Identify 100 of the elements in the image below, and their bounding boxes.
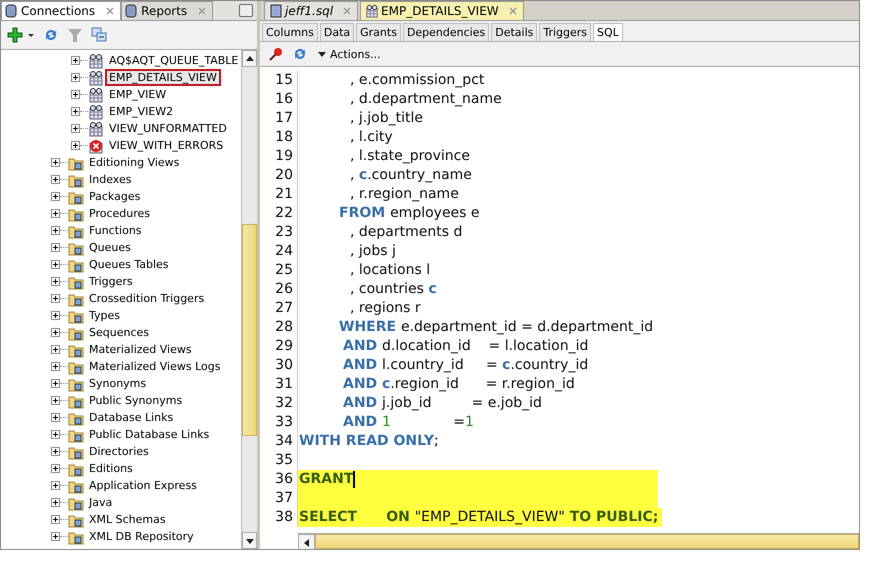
close-icon[interactable] <box>106 7 114 15</box>
code-line: , c.country_name <box>349 166 473 185</box>
view-item[interactable]: EMP_VIEW <box>107 88 168 101</box>
line-number: 17 <box>260 109 298 128</box>
tree-item[interactable]: Packages <box>87 190 142 203</box>
tree-item[interactable]: Materialized Views <box>87 343 194 356</box>
line-number: 30 <box>260 356 298 375</box>
tree-item[interactable]: Synonyms <box>87 377 148 390</box>
collapse-icon[interactable] <box>91 27 107 43</box>
tree-item[interactable]: Directories <box>87 445 151 458</box>
code-line: AND j.job_id = e.job_id <box>342 394 543 413</box>
line-number: 15 <box>260 71 298 90</box>
tree-item[interactable]: Editions <box>87 462 135 475</box>
view-item[interactable]: VIEW_UNFORMATTED <box>107 122 229 135</box>
line-number: 32 <box>260 394 298 413</box>
code-line: AND c.region_id = r.region_id <box>342 375 576 394</box>
line-number: 28 <box>260 318 298 337</box>
minimize-button[interactable] <box>239 4 253 17</box>
tree-item[interactable]: Database Links <box>87 411 176 424</box>
scroll-down-icon[interactable] <box>246 536 254 544</box>
tree-item[interactable]: Queues Tables <box>87 258 171 271</box>
tree-item[interactable]: Crossedition Triggers <box>87 292 206 305</box>
line-number: 24 <box>260 242 298 261</box>
tree-item[interactable]: Queues <box>87 241 133 254</box>
tree-item[interactable]: Materialized Views Logs <box>87 360 222 373</box>
editor-tab[interactable]: jeff1.sql <box>264 1 358 20</box>
refresh-icon[interactable] <box>292 46 308 62</box>
add-icon[interactable] <box>7 27 23 43</box>
tree-item[interactable]: Public Synonyms <box>87 394 184 407</box>
code-line: , l.city <box>349 128 394 147</box>
line-number: 19 <box>260 147 298 166</box>
view-icon <box>88 120 104 136</box>
panel-tab[interactable]: Reports <box>121 1 214 20</box>
database-icon <box>124 4 138 18</box>
line-number: 21 <box>260 185 298 204</box>
panel-tab[interactable]: Connections <box>1 1 122 20</box>
sub-tab[interactable]: Columns <box>262 23 318 41</box>
tree-item[interactable]: Types <box>87 309 122 322</box>
sub-tab[interactable]: SQL <box>593 23 623 41</box>
line-number: 20 <box>260 166 298 185</box>
code-line: AND d.location_id = l.location_id <box>342 337 590 356</box>
caret-icon <box>318 50 326 58</box>
view-item[interactable]: EMP_DETAILS_VIEW <box>107 71 219 84</box>
pin-icon[interactable] <box>268 46 284 62</box>
line-number: 23 <box>260 223 298 242</box>
code-line: , locations l <box>349 261 432 280</box>
tree-item[interactable]: Public Database Links <box>87 428 212 441</box>
line-number: 29 <box>260 337 298 356</box>
line-number: 27 <box>260 299 298 318</box>
line-number: 31 <box>260 375 298 394</box>
view-icon <box>88 104 104 120</box>
scrollbar[interactable] <box>298 533 859 549</box>
code-line: WHERE e.department_id = d.department_id <box>338 318 654 337</box>
refresh-icon[interactable] <box>43 27 59 43</box>
sub-tab[interactable]: Triggers <box>539 23 592 41</box>
line-number: 33 <box>260 413 298 432</box>
view-item[interactable]: EMP_VIEW2 <box>107 105 176 118</box>
scroll-up-icon[interactable] <box>246 54 254 62</box>
code-line: , regions r <box>349 299 422 318</box>
code-line: AND l.country_id = c.country_id <box>342 356 590 375</box>
line-number: 22 <box>260 204 298 223</box>
tree-item[interactable]: Triggers <box>87 275 135 288</box>
sub-tab[interactable]: Data <box>320 23 354 41</box>
tree-item[interactable]: XML Schemas <box>87 513 168 526</box>
code-line: , countries c <box>349 280 438 299</box>
code-line: , jobs j <box>349 242 397 261</box>
error-icon <box>88 138 104 154</box>
code-line: AND 1 =1 <box>342 413 475 432</box>
editor-tab[interactable]: EMP_DETAILS_VIEW <box>360 1 524 20</box>
sub-tab[interactable]: Details <box>491 23 538 41</box>
tree-item[interactable]: Procedures <box>87 207 152 220</box>
actions-menu-button[interactable]: Actions... <box>316 46 383 62</box>
scrollbar[interactable] <box>241 50 257 549</box>
sub-tab[interactable]: Dependencies <box>402 23 490 41</box>
tree-item[interactable]: Functions <box>87 224 144 237</box>
scroll-left-icon[interactable] <box>302 538 310 546</box>
tree-item[interactable]: Java <box>87 496 114 509</box>
view-icon <box>88 86 104 102</box>
database-icon <box>4 4 18 18</box>
line-number: 18 <box>260 128 298 147</box>
code-line: , d.department_name <box>349 90 503 109</box>
view-icon <box>88 70 104 86</box>
code-line: , r.region_name <box>349 185 460 204</box>
code-line: , e.commission_pct <box>349 71 486 90</box>
line-number: 16 <box>260 90 298 109</box>
code-line: FROM employees e <box>338 204 481 223</box>
code-line: WITH READ ONLY; <box>298 432 440 451</box>
view-icon <box>88 52 104 68</box>
code-line: , departments d <box>349 223 464 242</box>
tree-item[interactable]: Sequences <box>87 326 151 339</box>
view-item[interactable]: VIEW_WITH_ERRORS <box>107 139 226 152</box>
tree-item[interactable]: Indexes <box>87 173 134 186</box>
caret-icon[interactable] <box>27 31 35 39</box>
view-item[interactable]: AQ$AQT_QUEUE_TABLE <box>107 54 240 67</box>
file-icon <box>269 4 283 18</box>
tree-item[interactable]: XML DB Repository <box>87 530 196 543</box>
line-number: 35 <box>260 451 298 470</box>
sub-tab[interactable]: Grants <box>356 23 401 41</box>
tree-item[interactable]: Editioning Views <box>87 156 182 169</box>
tree-item[interactable]: Application Express <box>87 479 199 492</box>
